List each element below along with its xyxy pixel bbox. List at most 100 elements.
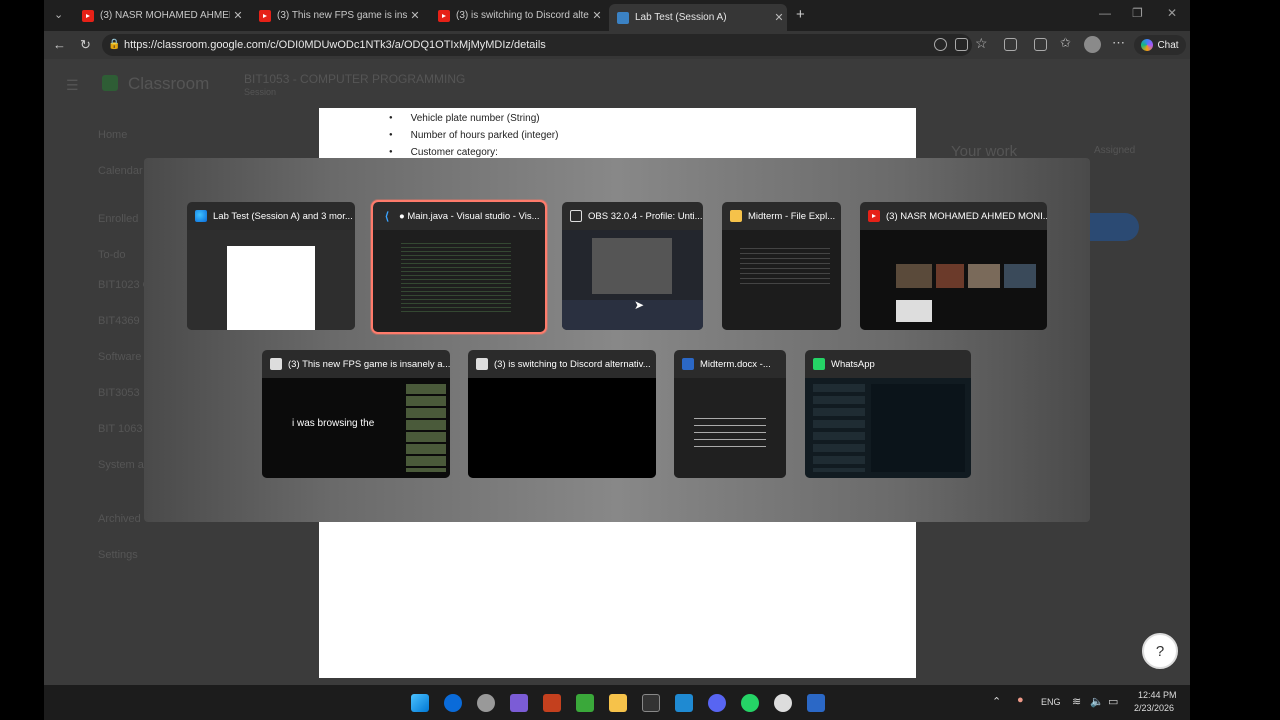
- close-icon[interactable]: ✕: [230, 9, 246, 22]
- window-thumbnail: [373, 230, 545, 332]
- clock-date[interactable]: 2/23/2026: [1134, 703, 1174, 713]
- back-arrow-icon[interactable]: ←: [53, 37, 66, 52]
- new-tab-plus-icon[interactable]: +: [796, 6, 805, 23]
- tab-youtube-fps[interactable]: (3) This new FPS game is insanely a ✕: [251, 4, 423, 27]
- address-bar[interactable]: 🔒 https://classroom.google.com/c/ODI0MDU…: [102, 34, 972, 56]
- tab-label: (3) NASR MOHAMED AHMED MOI: [100, 10, 230, 21]
- nav-calendar[interactable]: Calendar: [98, 165, 143, 177]
- wifi-icon[interactable]: ≋: [1072, 695, 1081, 708]
- tab-actions-chevron-icon[interactable]: ⌄: [54, 8, 63, 21]
- nav-course[interactable]: Software: [98, 351, 141, 363]
- tab-youtube-nasr[interactable]: (3) NASR MOHAMED AHMED MOI ✕: [74, 4, 246, 27]
- window-whatsapp[interactable]: WhatsApp: [805, 350, 971, 478]
- browser-tab-strip: ⌄ (3) NASR MOHAMED AHMED MOI ✕ (3) This …: [44, 0, 1190, 31]
- start-windows-icon[interactable]: [411, 694, 429, 712]
- youtube-icon: [868, 210, 880, 222]
- refresh-icon[interactable]: ↻: [80, 37, 91, 53]
- vscode-icon[interactable]: [675, 694, 693, 712]
- app-icon[interactable]: [477, 694, 495, 712]
- nav-course[interactable]: BIT1023 C: [98, 279, 151, 291]
- cursor-icon: ➤: [634, 298, 645, 312]
- nav-course[interactable]: BIT4369: [98, 315, 140, 327]
- nav-home[interactable]: Home: [98, 129, 127, 141]
- app-icon[interactable]: [576, 694, 594, 712]
- copilot-icon: [1141, 39, 1154, 51]
- window-title: Midterm.docx -...: [700, 358, 771, 370]
- close-icon[interactable]: ✕: [771, 11, 787, 24]
- list-item: Number of hours parked (integer): [407, 127, 559, 144]
- close-window-icon[interactable]: ✕: [1167, 6, 1177, 20]
- tab-label: Lab Test (Session A): [635, 12, 727, 23]
- screen: ⌄ (3) NASR MOHAMED AHMED MOI ✕ (3) This …: [44, 0, 1190, 720]
- nav-course[interactable]: System a: [98, 459, 144, 471]
- nav-enrolled[interactable]: Enrolled: [98, 213, 138, 225]
- tab-lab-test[interactable]: Lab Test (Session A) ✕: [609, 4, 787, 31]
- close-icon[interactable]: ✕: [407, 9, 423, 22]
- url-text: https://classroom.google.com/c/ODI0MDUwO…: [124, 39, 546, 51]
- site-info-lock-icon[interactable]: 🔒: [108, 34, 120, 56]
- window-thumbnail: [805, 378, 971, 478]
- tab-label: (3) This new FPS game is insanely a: [277, 10, 407, 21]
- language-indicator[interactable]: ENG: [1041, 697, 1061, 707]
- list-item: Vehicle plate number (String): [407, 110, 558, 127]
- nav-settings[interactable]: Settings: [98, 549, 138, 561]
- window-title: (3) This new FPS game is insanely a...: [288, 358, 450, 370]
- app-icon[interactable]: [510, 694, 528, 712]
- favorite-star-icon[interactable]: ☆: [975, 35, 988, 52]
- favorites-icon[interactable]: ✩: [1060, 35, 1071, 51]
- volume-icon[interactable]: 🔈: [1090, 695, 1104, 708]
- performance-icon[interactable]: [1034, 38, 1047, 51]
- nav-course[interactable]: BIT 1063: [98, 423, 142, 435]
- app-icon[interactable]: [543, 694, 561, 712]
- key-icon[interactable]: [934, 38, 947, 51]
- nav-todo[interactable]: To-do: [98, 249, 126, 261]
- close-icon[interactable]: ✕: [589, 9, 605, 22]
- window-title: (3) NASR MOHAMED AHMED MONI...: [886, 210, 1047, 222]
- window-youtube-nasr[interactable]: (3) NASR MOHAMED AHMED MONI...: [860, 202, 1047, 330]
- window-title: WhatsApp: [831, 358, 875, 370]
- nav-archived[interactable]: Archived: [98, 513, 141, 525]
- tray-expand-icon[interactable]: ⌃: [992, 695, 1001, 708]
- edge-icon[interactable]: [444, 694, 462, 712]
- more-menu-icon[interactable]: ⋯: [1112, 35, 1125, 51]
- window-edge-lab-test[interactable]: Lab Test (Session A) and 3 mor...: [187, 202, 355, 330]
- tab-youtube-discord[interactable]: (3) is switching to Discord alternati ✕: [430, 4, 605, 27]
- window-thumbnail: i was browsing the: [262, 378, 450, 478]
- classroom-brand[interactable]: Classroom: [128, 74, 209, 94]
- apps-grid-icon[interactable]: [955, 38, 968, 51]
- window-vscode-main-java[interactable]: ⟨ ● Main.java - Visual studio - Vis...: [371, 200, 547, 334]
- profile-avatar-icon[interactable]: [1084, 36, 1101, 53]
- obs-icon[interactable]: [774, 694, 792, 712]
- window-title: OBS 32.0.4 - Profile: Unti...: [588, 210, 703, 222]
- window-file-explorer[interactable]: Midterm - File Expl...: [722, 202, 841, 330]
- whatsapp-icon[interactable]: [741, 694, 759, 712]
- window-word-midterm[interactable]: Midterm.docx -...: [674, 350, 786, 478]
- clock-time[interactable]: 12:44 PM: [1138, 690, 1177, 700]
- window-obs[interactable]: OBS 32.0.4 - Profile: Unti... ➤: [562, 202, 703, 330]
- copilot-chat-button[interactable]: Chat: [1134, 35, 1186, 55]
- window-youtube-discord[interactable]: (3) is switching to Discord alternativ..…: [468, 350, 656, 478]
- window-youtube-fps[interactable]: (3) This new FPS game is insanely a... i…: [262, 350, 450, 478]
- folder-icon: [730, 210, 742, 222]
- video-caption: i was browsing the: [292, 418, 375, 429]
- hamburger-menu-icon[interactable]: ☰: [66, 77, 79, 94]
- window-thumbnail: [468, 378, 656, 478]
- maximize-icon[interactable]: ❐: [1132, 6, 1143, 20]
- epic-games-icon[interactable]: [642, 694, 660, 712]
- minimize-icon[interactable]: —: [1099, 6, 1111, 20]
- window-title: ● Main.java - Visual studio - Vis...: [399, 210, 540, 222]
- battery-icon[interactable]: ▭: [1108, 695, 1118, 708]
- file-explorer-icon[interactable]: [609, 694, 627, 712]
- discord-icon[interactable]: [708, 694, 726, 712]
- microphone-icon[interactable]: ●: [1017, 694, 1024, 706]
- word-icon[interactable]: [807, 694, 825, 712]
- extensions-icon[interactable]: [1004, 38, 1017, 51]
- classroom-icon: [617, 11, 629, 24]
- chat-label: Chat: [1157, 39, 1179, 51]
- youtube-icon: [438, 9, 450, 22]
- window-title: Midterm - File Expl...: [748, 210, 836, 222]
- obs-icon: [570, 210, 582, 222]
- nav-course[interactable]: BIT3053: [98, 387, 140, 399]
- course-breadcrumb[interactable]: BIT1053 - COMPUTER PROGRAMMING: [244, 72, 465, 86]
- help-icon[interactable]: ?: [1142, 633, 1178, 669]
